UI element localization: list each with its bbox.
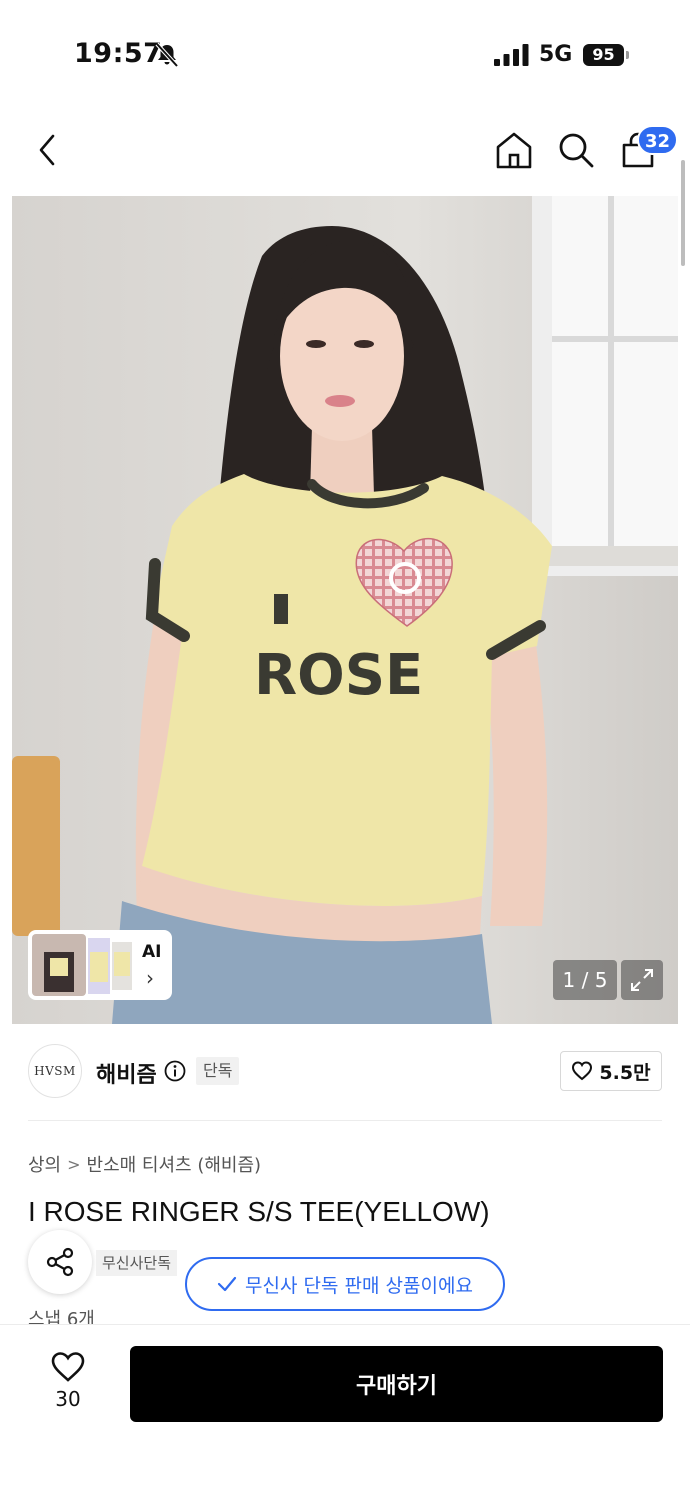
exclusive-tooltip: 무신사 단독 판매 상품이에요: [185, 1257, 505, 1311]
buy-button[interactable]: 구매하기: [130, 1346, 663, 1422]
image-counter: 1 / 5: [553, 960, 617, 1000]
bottom-action-bar: 30 구매하기: [0, 1324, 690, 1500]
musinsa-exclusive-tag: 무신사단독: [96, 1250, 178, 1276]
signal-icon: [494, 44, 529, 66]
breadcrumb-separator: >: [67, 1154, 81, 1174]
product-image-gallery[interactable]: ROSE AI › 1 / 5: [12, 196, 678, 1024]
wishlist-button[interactable]: 30: [40, 1347, 96, 1419]
shirt-print-text: ROSE: [254, 643, 423, 708]
chevron-left-icon: [39, 134, 55, 166]
expand-image-button[interactable]: [621, 960, 663, 1000]
home-button[interactable]: [492, 128, 536, 172]
battery-level: 95: [583, 44, 624, 66]
cart-count-badge: 32: [637, 125, 679, 155]
battery-tip: [626, 51, 629, 59]
heart-icon: [572, 1061, 593, 1081]
brand-name[interactable]: 해비즘: [96, 1057, 157, 1089]
home-icon: [496, 132, 532, 169]
brand-like-button[interactable]: 5.5만: [560, 1051, 662, 1091]
breadcrumb-subcategory[interactable]: 반소매 티셔츠 (해비즘): [87, 1151, 262, 1177]
product-photo: ROSE: [12, 196, 678, 1024]
network-label: 5G: [539, 42, 573, 67]
search-icon: [559, 133, 594, 168]
info-icon[interactable]: [164, 1060, 186, 1082]
product-title: I ROSE RINGER S/S TEE(YELLOW): [28, 1196, 490, 1227]
divider: [28, 1120, 662, 1121]
exclusive-tooltip-text: 무신사 단독 판매 상품이에요: [245, 1274, 473, 1297]
chevron-right-icon: ›: [146, 966, 154, 990]
breadcrumb-category[interactable]: 상의: [28, 1151, 61, 1177]
ai-style-recommendation-card[interactable]: AI ›: [28, 930, 172, 1000]
battery-indicator: 95: [583, 44, 629, 66]
wishlist-count: 30: [55, 1387, 81, 1411]
breadcrumb: 상의 > 반소매 티셔츠 (해비즘): [28, 1151, 261, 1177]
bell-slash-icon: [155, 42, 179, 68]
status-bar: 19:57 5G 95: [0, 0, 690, 110]
brand-logo[interactable]: HVSM: [28, 1044, 82, 1098]
back-button[interactable]: [26, 128, 70, 172]
ai-thumbnails: [32, 934, 132, 996]
top-nav: [0, 110, 690, 196]
search-button[interactable]: [554, 128, 598, 172]
share-button[interactable]: [28, 1230, 92, 1294]
expand-icon: [631, 969, 653, 991]
share-icon: [46, 1247, 74, 1277]
check-icon: [217, 1276, 237, 1292]
brand-like-count: 5.5만: [599, 1061, 651, 1084]
ai-label: AI: [142, 942, 162, 962]
exclusive-tag: 단독: [196, 1057, 240, 1085]
status-time: 19:57: [74, 38, 163, 69]
scrollbar[interactable]: [681, 160, 685, 266]
heart-icon: [51, 1352, 85, 1382]
